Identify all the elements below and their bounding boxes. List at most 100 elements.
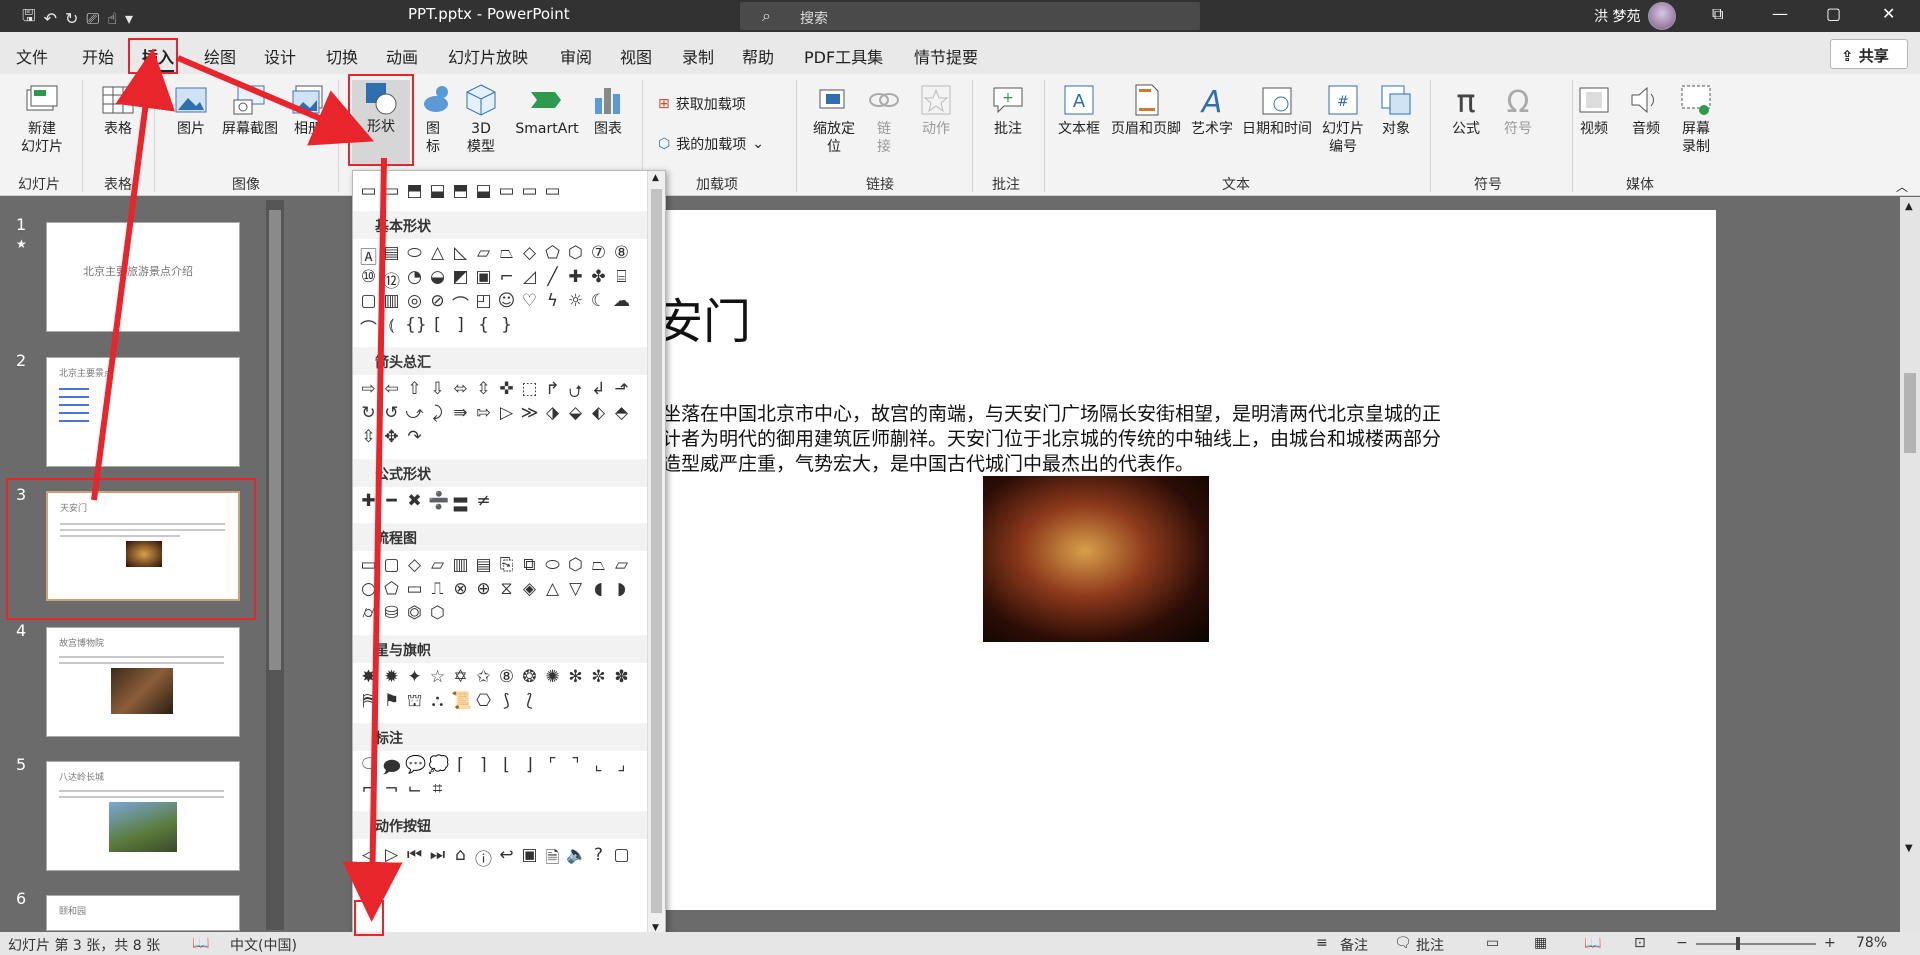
shape-item[interactable]: ⤸ xyxy=(428,403,447,423)
shape-item[interactable]: ◇ xyxy=(520,243,539,268)
shape-item[interactable]: ⬠ xyxy=(382,579,401,599)
chart-button[interactable]: 图表 xyxy=(588,82,628,138)
slideshow-icon[interactable]: ⊡ xyxy=(1634,935,1646,951)
shape-item[interactable]: ◺ xyxy=(451,243,470,268)
shape-item[interactable]: ⌐ xyxy=(497,267,516,292)
shape-item[interactable]: ⌋ xyxy=(520,755,539,784)
get-addins-button[interactable]: ⊞ 获取加载项 xyxy=(658,94,746,114)
shape-item[interactable]: ▭ xyxy=(405,579,424,599)
action-button[interactable]: 动作 xyxy=(916,82,956,138)
touch-mode-icon[interactable]: ☝ xyxy=(107,9,117,28)
thumbnail-scrollbar[interactable] xyxy=(266,200,284,930)
shape-item[interactable]: ↺ xyxy=(382,403,401,423)
scroll-up-icon[interactable]: ▲ xyxy=(1905,201,1913,212)
shape-item[interactable]: [ xyxy=(428,315,447,340)
shape-item[interactable]: ] xyxy=(451,315,470,340)
action-back-button-shape[interactable]: ◁ xyxy=(359,845,378,874)
shape-item[interactable]: ✹ xyxy=(382,667,401,687)
shape-item[interactable]: ◒ xyxy=(428,267,447,292)
shape-item[interactable]: ⬡ xyxy=(566,243,585,268)
equation-button[interactable]: π 公式 xyxy=(1444,82,1488,138)
shape-item[interactable]: ◖ xyxy=(589,579,608,599)
zoom-level[interactable]: 78% xyxy=(1856,935,1887,951)
shape-item[interactable]: ⇳ xyxy=(359,427,378,447)
shape-item[interactable]: ⌉ xyxy=(474,755,493,784)
shape-item[interactable]: ⌸ xyxy=(612,267,631,292)
action-help-button-shape[interactable]: ? xyxy=(589,845,608,874)
shape-item[interactable]: ⬒ xyxy=(405,181,424,201)
tab-design[interactable]: 设计 xyxy=(264,44,296,68)
shape-item[interactable]: ⟆ xyxy=(497,691,516,713)
shape-item[interactable]: ⊕ xyxy=(474,579,493,599)
shape-item[interactable]: ⬠ xyxy=(543,243,562,268)
shape-item[interactable]: ☁ xyxy=(612,291,631,316)
slide-thumbnail-1[interactable]: 北京主要旅游景点介绍 xyxy=(46,222,240,332)
action-forward-button-shape[interactable]: ▷ xyxy=(382,845,401,874)
my-addins-button[interactable]: ⬡ 我的加载项 ⌄ xyxy=(658,134,764,154)
shape-item[interactable]: 〓 xyxy=(451,491,470,516)
language-status[interactable]: 中文(中国) xyxy=(230,935,297,955)
shape-item[interactable]: ▭ xyxy=(543,181,562,201)
shape-item[interactable]: ⬙ xyxy=(566,403,585,423)
shape-item[interactable]: ⌈ xyxy=(451,755,470,784)
shape-item[interactable]: ⬭ xyxy=(543,555,562,575)
symbol-button[interactable]: Ω 符号 xyxy=(1496,82,1540,138)
shape-item[interactable]: ⌗ xyxy=(428,779,447,799)
shape-item[interactable]: ⬓ xyxy=(428,181,447,201)
zoom-slider[interactable] xyxy=(1696,943,1816,945)
shape-item[interactable]: ▢ xyxy=(359,291,378,316)
undo-icon[interactable]: ↶ xyxy=(44,9,57,28)
slide-thumbnail-6[interactable]: 颐和园 xyxy=(46,895,240,931)
shape-item[interactable]: ⑫ xyxy=(382,267,401,292)
shape-item[interactable]: ✤ xyxy=(589,267,608,292)
shape-item[interactable]: ⌙ xyxy=(405,779,424,799)
shape-item[interactable]: ⎘ xyxy=(497,555,516,575)
shape-item[interactable]: ⑦ xyxy=(589,243,608,268)
shape-item[interactable]: ⇰ xyxy=(474,403,493,423)
shape-item[interactable]: ⇛ xyxy=(451,403,470,423)
shape-item[interactable]: ⬖ xyxy=(589,403,608,423)
shape-item[interactable]: ▭ xyxy=(359,555,378,575)
slide-thumbnail-2[interactable]: 北京主要景点 xyxy=(46,357,240,467)
shape-item[interactable]: ☺ xyxy=(497,291,516,316)
screen-record-button[interactable]: 屏幕 录制 xyxy=(1674,82,1718,156)
shape-item[interactable]: ⧉ xyxy=(520,555,539,575)
shape-item[interactable]: ▱ xyxy=(474,243,493,268)
shape-item[interactable]: ¬ xyxy=(382,779,401,799)
tab-draw[interactable]: 绘图 xyxy=(204,44,236,68)
action-return-button-shape[interactable]: ↩ xyxy=(497,845,516,874)
tab-slideshow[interactable]: 幻灯片放映 xyxy=(448,44,528,68)
shape-item[interactable]: ⬭ xyxy=(405,243,424,268)
shape-item[interactable]: { xyxy=(474,315,493,340)
action-video-button-shape[interactable]: ▣ xyxy=(520,845,539,874)
action-info-button-shape[interactable]: ⓘ xyxy=(474,845,493,874)
wordart-button[interactable]: A 艺术字 xyxy=(1188,82,1236,138)
shape-item[interactable]: ♡ xyxy=(520,291,539,316)
slide-sorter-icon[interactable]: ▦ xyxy=(1534,935,1547,951)
tab-view[interactable]: 视图 xyxy=(620,44,652,68)
shape-item[interactable]: △ xyxy=(428,243,447,268)
search-box[interactable]: ⌕ 搜索 xyxy=(740,2,1200,30)
datetime-button[interactable]: 日期和时间 xyxy=(1240,82,1314,138)
tab-storyboard[interactable]: 情节提要 xyxy=(914,44,978,68)
shape-item[interactable]: ▭ xyxy=(520,181,539,201)
3d-models-button[interactable]: 3D 模型 xyxy=(460,82,502,156)
shape-item[interactable]: ✽ xyxy=(612,667,631,687)
slide-number-button[interactable]: # 幻灯片 编号 xyxy=(1314,82,1372,156)
slide-scroll-thumb[interactable] xyxy=(1904,373,1916,453)
ribbon-display-icon[interactable]: ⧉ xyxy=(1712,4,1723,24)
dropdown-scroll-thumb[interactable] xyxy=(651,189,662,913)
collapse-ribbon-icon[interactable]: ︿ xyxy=(1896,178,1908,195)
shape-item[interactable]: ✚ xyxy=(566,267,585,292)
tab-pdf-tools[interactable]: PDF工具集 xyxy=(804,44,883,68)
tab-animations[interactable]: 动画 xyxy=(386,44,418,68)
shape-item[interactable]: ⦅ xyxy=(382,315,401,340)
shape-item[interactable]: ⏢ xyxy=(589,555,608,575)
shape-item[interactable]: ✩ xyxy=(474,667,493,687)
shape-item[interactable]: ⌞ xyxy=(589,755,608,784)
reading-view-icon[interactable]: 📖 xyxy=(1584,935,1601,951)
shape-item[interactable]: ⌒ xyxy=(451,291,470,316)
shape-item[interactable]: ☾ xyxy=(589,291,608,316)
shape-item[interactable]: ⬘ xyxy=(612,403,631,423)
shape-item[interactable]: ⑧ xyxy=(497,667,516,687)
